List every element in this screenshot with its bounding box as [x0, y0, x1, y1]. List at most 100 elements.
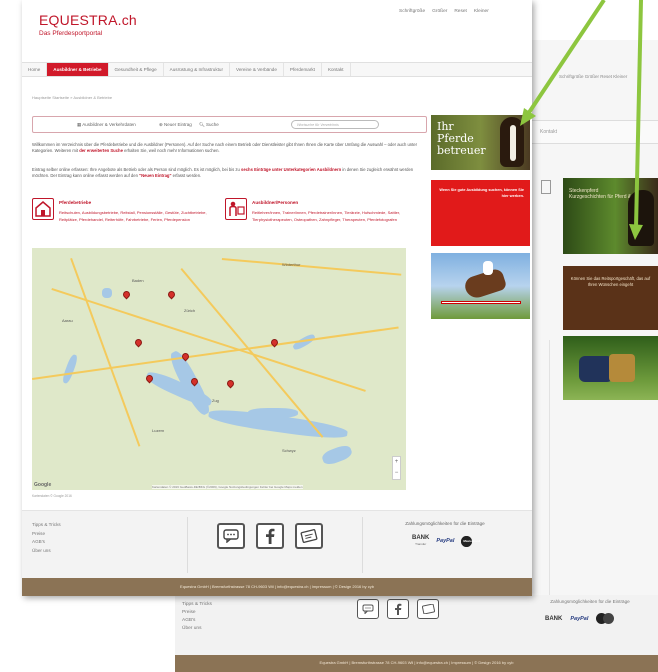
- nav-gesundheit-pflege[interactable]: Gesundheit & Pflege: [109, 63, 164, 76]
- directory-toolbar: ▦ Ausbildner & Verkehrdaten ⊕ Neuer Eint…: [32, 116, 427, 133]
- map-attribution[interactable]: Kartendaten © 2016 GeoBasis-DE/BKG (©200…: [152, 485, 303, 489]
- toolbar-new-entry[interactable]: ⊕ Neuer Eintrag: [159, 122, 192, 128]
- facebook-icon[interactable]: [256, 523, 284, 549]
- map-road: [32, 326, 399, 380]
- screenshot-composite: Schriftgröße Größer Reset Kleiner Kontak…: [0, 0, 658, 672]
- map-city-label: Zug: [212, 398, 219, 403]
- google-logo: Google: [34, 482, 52, 488]
- logo-subtitle: Das Pferdesportportal: [39, 30, 103, 37]
- map-zoom-control[interactable]: + −: [392, 456, 401, 480]
- footer-divider: [362, 517, 363, 573]
- map-city-label: Zürich: [184, 308, 196, 313]
- breadcrumb[interactable]: Hauptseite Startseite » Ausbildner & Bet…: [32, 95, 112, 100]
- category-title[interactable]: Ausbildner/Personen: [252, 200, 298, 205]
- paypal-logo: PayPal: [436, 538, 455, 544]
- back-bottom-bar: Equestra GmbH | Bremsfurthstrasse 78 CH-…: [175, 655, 658, 672]
- mastercard-logo: MasterCard: [461, 535, 480, 547]
- bank-transfer-logo: BANK Transfer: [412, 535, 430, 546]
- ad-pferdebetreuer[interactable]: Ihr Pferde betreuer: [431, 115, 530, 170]
- bank-transfer-logo: BANK: [545, 615, 563, 622]
- back-footer-link[interactable]: Über uns: [182, 625, 212, 633]
- voucher-icon[interactable]: [417, 599, 439, 619]
- nav-home[interactable]: Home: [22, 63, 48, 76]
- nav-ausruestung[interactable]: Ausrüstung & Infrastruktur: [164, 63, 231, 76]
- map-road: [70, 258, 141, 447]
- map-city-label: Schwyz: [282, 448, 296, 453]
- category-ausbildner[interactable]: Ausbildner/Personen Reitlehrer/innen, Tr…: [225, 198, 405, 242]
- back-toplinks: Schriftgröße Größer Reset Kleiner: [559, 74, 628, 79]
- back-ad-steckenpferd[interactable]: Steckenpferd Kurzgeschichten für Pferd &…: [563, 178, 658, 254]
- footer-divider: [187, 517, 188, 573]
- map-city-label: Winterthur: [282, 262, 301, 267]
- website-page: EQUESTRA.ch Das Pferdesportportal Schrif…: [22, 0, 532, 596]
- extended-search-link[interactable]: der erweiterten Suche: [79, 148, 123, 153]
- facebook-icon[interactable]: [387, 599, 409, 619]
- map-lake: [248, 408, 298, 418]
- toolbar-list-icon[interactable]: ▦ Ausbildner & Verkehrdaten: [77, 122, 136, 128]
- font-smaller-link[interactable]: Kleiner: [474, 9, 489, 14]
- category-pferdebetriebe[interactable]: Pferdebetriebe Reitschulen, Ausbildungsb…: [32, 198, 212, 242]
- map-lake: [320, 443, 354, 467]
- intro-paragraph-2: Eintrag selber online erfassen: Ihre Ang…: [32, 167, 414, 178]
- directory-search-input[interactable]: Wortsuche für Verzeichnis: [291, 120, 379, 129]
- chat-icon[interactable]: [357, 599, 379, 619]
- zoom-out-button[interactable]: −: [393, 468, 400, 479]
- map-lake: [61, 353, 79, 385]
- footer-link-agb[interactable]: AGB's: [32, 538, 61, 547]
- ad-red-text: Wenn Sie gute Ausbildung suchen, können …: [439, 188, 524, 198]
- nav-ausbildner-betriebe[interactable]: Ausbildner & Betriebe: [47, 63, 109, 76]
- ad-text-line: betreuer: [437, 144, 486, 157]
- font-reset-link[interactable]: Reset: [454, 9, 467, 14]
- map-marker[interactable]: [133, 337, 144, 348]
- back-ad-saddle[interactable]: [563, 336, 658, 400]
- back-ad-brown-text: Können Sie das Reitsportgeschäft, das au…: [570, 276, 651, 287]
- paypal-logo: PayPal: [570, 615, 589, 622]
- nav-kontakt[interactable]: Kontakt: [322, 63, 351, 76]
- location-map[interactable]: Winterthur Zürich Baden Zug Luzern Schwy…: [32, 248, 406, 490]
- footer-link-ueber-uns[interactable]: Über uns: [32, 547, 61, 556]
- chat-icon[interactable]: [217, 523, 245, 549]
- stable-icon: [32, 198, 54, 220]
- map-marker[interactable]: [121, 289, 132, 300]
- mastercard-logo: [596, 613, 615, 624]
- map-city-label: Aarau: [62, 318, 73, 323]
- new-entry-link[interactable]: "Neuen Eintrag": [139, 173, 171, 178]
- back-footer-link[interactable]: AGB's: [182, 617, 212, 625]
- back-footer-link[interactable]: Tipps & Tricks: [182, 601, 212, 609]
- font-size-controls: Schriftgröße Größer Reset Kleiner: [399, 9, 489, 14]
- category-links[interactable]: Reitschulen, Ausbildungsbetriebe, Reitst…: [59, 209, 209, 223]
- nav-pferdemarkt[interactable]: Pferdemarkt: [284, 63, 322, 76]
- back-ad-brown[interactable]: Können Sie das Reitsportgeschäft, das au…: [563, 266, 658, 330]
- toolbar-search-link[interactable]: 🔍︎ Suche: [199, 122, 219, 128]
- font-larger-link[interactable]: Größer: [432, 9, 447, 14]
- trainer-icon: [225, 198, 247, 220]
- back-bottom-text: Equestra GmbH | Bremsfurthstrasse 78 CH-…: [319, 660, 514, 665]
- map-road: [221, 258, 402, 276]
- back-pay-title: Zahlungsmöglichkeiten für die Einträge: [550, 599, 630, 604]
- footer-imprint-text[interactable]: Equestra GmbH | Bremsfurthstrasse 78 CH-…: [22, 584, 532, 589]
- ad-red-banner[interactable]: Wenn Sie gute Ausbildung suchen, können …: [431, 180, 530, 246]
- intro-paragraph-1: Willkommen im Verzeichnis über die Pferd…: [32, 142, 418, 153]
- zoom-in-button[interactable]: +: [393, 457, 400, 468]
- nav-vereine[interactable]: Vereine & Verbände: [230, 63, 284, 76]
- map-marker[interactable]: [225, 378, 236, 389]
- map-marker[interactable]: [166, 289, 177, 300]
- voucher-icon[interactable]: [295, 523, 323, 549]
- back-footer-link[interactable]: Preise: [182, 609, 212, 617]
- saddle-image: [609, 354, 635, 382]
- site-logo[interactable]: EQUESTRA.ch Das Pferdesportportal: [39, 12, 137, 37]
- back-menu-item: Kontakt: [540, 129, 557, 135]
- footer-link-preise[interactable]: Preise: [32, 530, 61, 539]
- back-box: [541, 180, 551, 194]
- payment-title: Zahlungsmöglichkeiten für die Einträge: [405, 521, 485, 526]
- category-links[interactable]: Reitlehrer/innen, Trainer/innen, Pferdet…: [252, 209, 402, 223]
- map-city-label: Baden: [132, 278, 144, 283]
- saddle-pad-image: [579, 356, 613, 382]
- map-city-label: Luzern: [152, 428, 165, 433]
- map-note: Kartendaten © Google 2016: [32, 494, 72, 498]
- footer-link-tipps[interactable]: Tipps & Tricks: [32, 521, 61, 530]
- map-lake: [102, 288, 112, 298]
- logo-title: EQUESTRA.ch: [39, 12, 137, 28]
- ad-showjumping[interactable]: [431, 253, 530, 319]
- category-title[interactable]: Pferdebetriebe: [59, 200, 91, 205]
